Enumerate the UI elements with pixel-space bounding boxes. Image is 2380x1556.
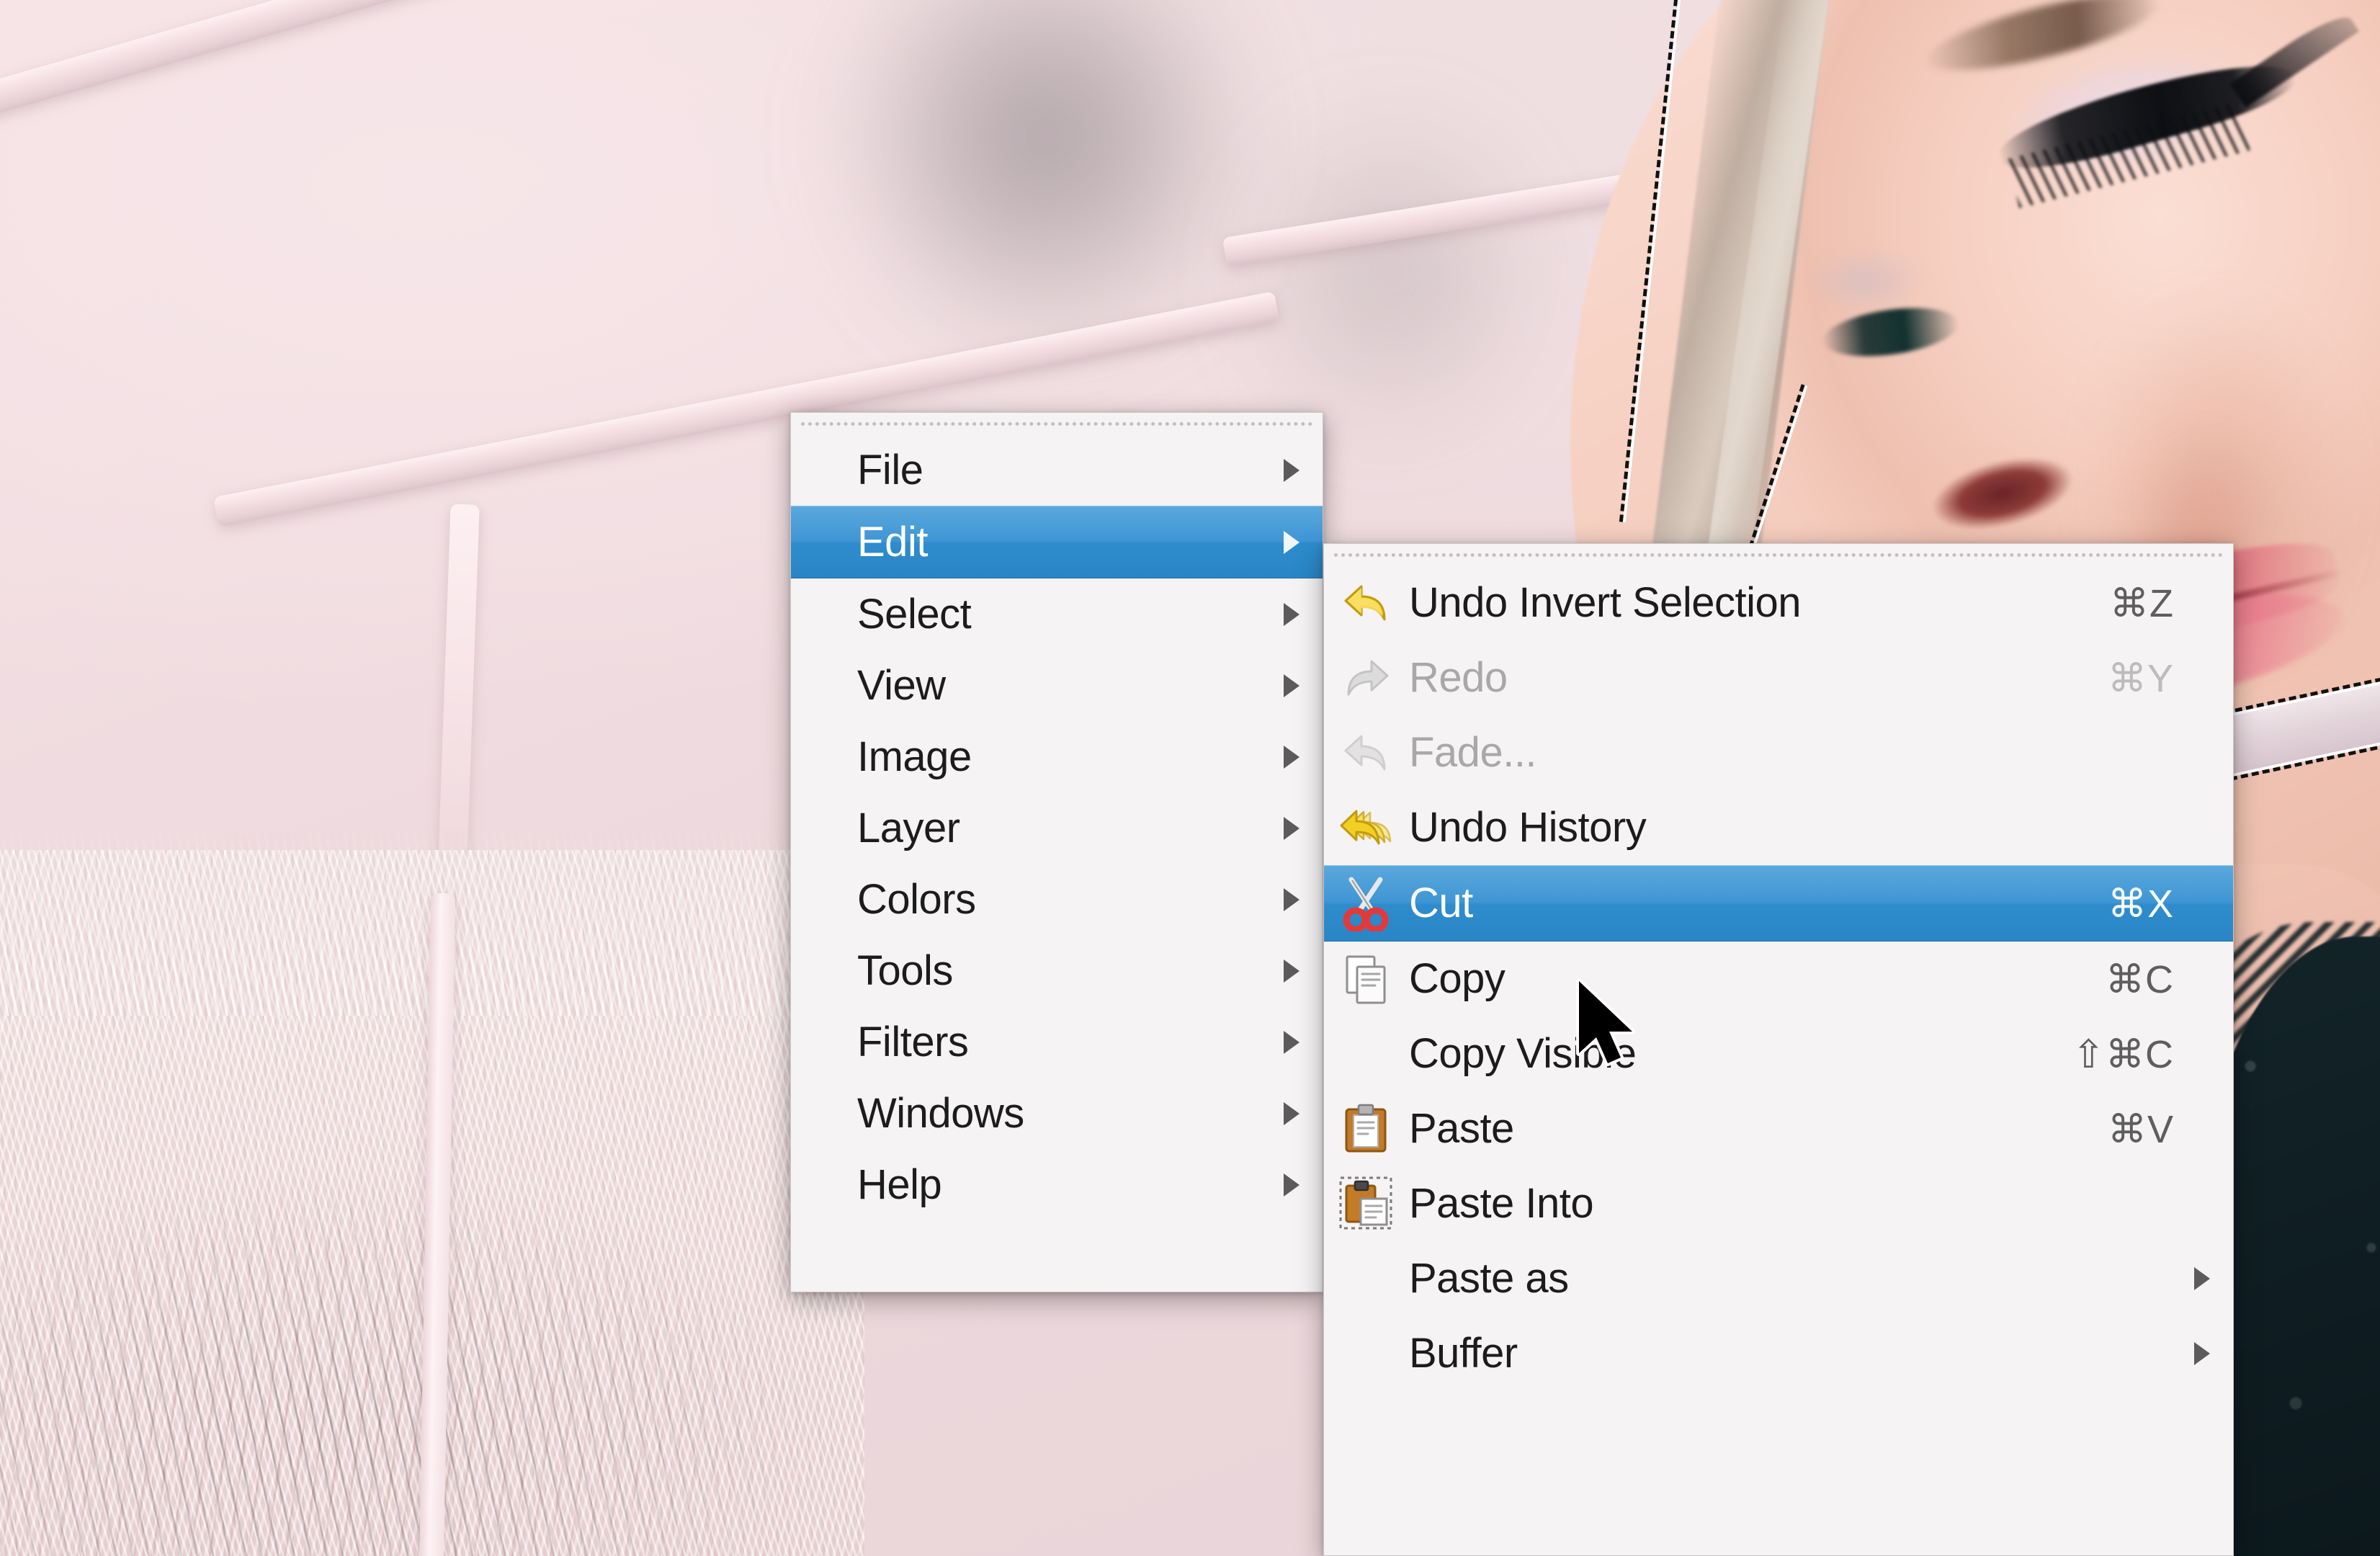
menu-item-label: Edit: [857, 518, 928, 565]
menu-item-label: Colors: [857, 875, 976, 923]
menu-item-label: Fade...: [1409, 729, 1537, 776]
menu-item-paste[interactable]: Paste ⌘V: [1324, 1091, 2233, 1166]
menu-item-filters[interactable]: Filters: [791, 1006, 1323, 1078]
menu-item-shortcut: ⇧⌘C: [2072, 1032, 2174, 1076]
menu-item-help[interactable]: Help: [791, 1149, 1323, 1220]
chevron-right-icon: [1263, 600, 1304, 629]
menu-item-label: Undo History: [1409, 804, 1647, 851]
menu-item-undo-invert-selection[interactable]: Undo Invert Selection ⌘Z: [1324, 565, 2233, 640]
scissors-icon: [1324, 875, 1409, 931]
menu-item-label: Copy: [1409, 955, 1506, 1002]
chevron-right-icon: [1263, 957, 1304, 985]
tearoff-dashed-line: [1334, 553, 2223, 557]
chevron-right-icon: [1263, 885, 1304, 914]
menu-item-select[interactable]: Select: [791, 578, 1323, 650]
menu-item-paste-into[interactable]: Paste Into: [1324, 1166, 2233, 1241]
menu-item-label: File: [857, 446, 923, 493]
chevron-right-icon: [1263, 743, 1304, 772]
menu-item-shortcut: ⌘Z: [2110, 581, 2174, 625]
chevron-right-icon: [1263, 671, 1304, 700]
menu-item-copy[interactable]: Copy ⌘C: [1324, 942, 2233, 1016]
clipboard-paste-icon: [1324, 1101, 1409, 1157]
menu-item-file[interactable]: File: [791, 434, 1323, 506]
menu-item-paste-as[interactable]: Paste as: [1324, 1241, 2233, 1316]
tearoff-dashed-line: [801, 421, 1312, 426]
menu-item-label: View: [857, 661, 946, 709]
menu-item-windows[interactable]: Windows: [791, 1078, 1323, 1149]
menu-item-label: Filters: [857, 1018, 969, 1065]
tearoff-handle[interactable]: [791, 413, 1323, 434]
menu-item-layer[interactable]: Layer: [791, 792, 1323, 864]
menu-item-shortcut: ⌘C: [2106, 957, 2174, 1001]
menu-item-shortcut: ⌘V: [2107, 1107, 2174, 1151]
fade-arrow-icon: [1324, 726, 1409, 779]
screen: File Edit Select View Image Layer Colors…: [0, 0, 2380, 1556]
menu-item-copy-visible[interactable]: Copy Visible ⇧⌘C: [1324, 1016, 2233, 1091]
menu-item-edit[interactable]: Edit: [791, 506, 1323, 578]
chevron-right-icon: [1263, 814, 1304, 843]
chevron-right-icon: [1263, 1171, 1304, 1199]
tearoff-handle[interactable]: [1324, 544, 2233, 565]
menu-item-shortcut: ⌘Y: [2107, 656, 2174, 700]
chevron-right-icon: [2174, 1264, 2214, 1293]
menu-item-label: Undo Invert Selection: [1409, 579, 1802, 626]
menu-item-label: Paste: [1409, 1105, 1514, 1152]
clipboard-paste-into-icon: [1324, 1174, 1409, 1233]
chevron-right-icon: [2174, 1339, 2214, 1368]
menu-item-label: Paste Into: [1409, 1180, 1594, 1227]
menu-item-label: Image: [857, 733, 972, 780]
chevron-right-icon: [1263, 1099, 1304, 1128]
chevron-right-icon: [1263, 528, 1304, 557]
menu-item-label: Tools: [857, 947, 953, 994]
chevron-right-icon: [1263, 1028, 1304, 1057]
chevron-right-icon: [1263, 456, 1304, 485]
undo-arrow-icon: [1324, 576, 1409, 630]
menu-item-label: Buffer: [1409, 1330, 1518, 1377]
menu-item-label: Layer: [857, 804, 960, 851]
menu-item-undo-history[interactable]: Undo History: [1324, 790, 2233, 865]
menu-item-view[interactable]: View: [791, 650, 1323, 721]
menu-item-label: Redo: [1409, 654, 1508, 701]
copy-pages-icon: [1324, 951, 1409, 1007]
menu-item-label: Select: [857, 590, 972, 638]
menu-item-label: Copy Visible: [1409, 1030, 1637, 1077]
edit-submenu[interactable]: Undo Invert Selection ⌘Z Redo ⌘Y Fade...: [1323, 543, 2234, 1556]
menu-item-label: Help: [857, 1161, 942, 1208]
redo-arrow-icon: [1324, 651, 1409, 705]
menu-item-buffer[interactable]: Buffer: [1324, 1316, 2233, 1391]
root-menu[interactable]: File Edit Select View Image Layer Colors…: [790, 412, 1323, 1292]
menu-item-label: Paste as: [1409, 1255, 1569, 1302]
menu-item-redo[interactable]: Redo ⌘Y: [1324, 640, 2233, 715]
menu-item-fade[interactable]: Fade...: [1324, 715, 2233, 790]
menu-item-cut[interactable]: Cut ⌘X: [1324, 865, 2233, 942]
menu-item-label: Windows: [857, 1089, 1024, 1137]
menu-item-image[interactable]: Image: [791, 721, 1323, 792]
menu-item-shortcut: ⌘X: [2107, 882, 2174, 926]
menu-item-tools[interactable]: Tools: [791, 935, 1323, 1006]
menu-item-label: Cut: [1409, 880, 1473, 926]
menu-item-colors[interactable]: Colors: [791, 864, 1323, 935]
undo-history-icon: [1324, 801, 1409, 854]
